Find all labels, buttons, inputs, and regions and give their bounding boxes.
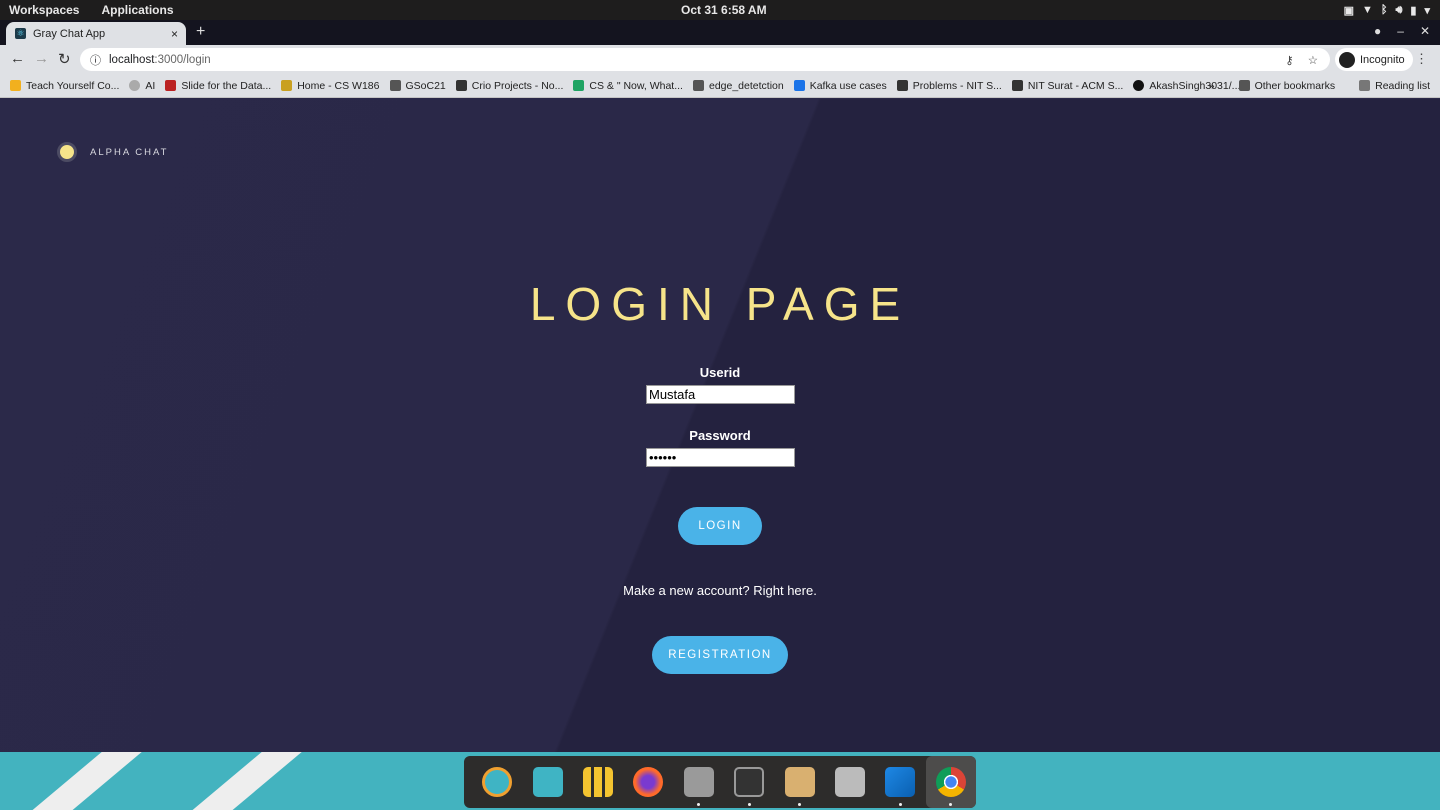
clock[interactable]: Oct 31 6:58 AM: [681, 3, 767, 17]
bookmark-item[interactable]: Problems - NIT S...: [896, 80, 1002, 92]
info-icon: ⓘ: [90, 54, 101, 67]
browser-tab[interactable]: ⚛ Gray Chat App ×: [6, 22, 186, 45]
bookmark-item[interactable]: Home - CS W186: [281, 80, 380, 92]
userid-label: Userid: [699, 365, 741, 380]
grid-icon: [583, 767, 614, 797]
minimize-button[interactable]: –: [1397, 24, 1404, 38]
dock-search-app[interactable]: [472, 756, 522, 808]
terminal-icon: [734, 767, 765, 797]
incognito-icon: [1339, 51, 1355, 68]
volume-icon: 🔊︎: [1395, 3, 1403, 16]
register-hint: Make a new account? Right here.: [623, 583, 817, 598]
dock-terminal[interactable]: [724, 756, 774, 808]
windows-icon: [532, 767, 563, 797]
brand-dot-icon: [57, 142, 77, 162]
dock-workspace-app[interactable]: [522, 756, 572, 808]
dock-files[interactable]: [674, 756, 724, 808]
dock-chrome[interactable]: [925, 756, 977, 808]
login-page: ALPHA CHAT LOGIN PAGE Userid Password LO…: [0, 99, 1440, 752]
bookmark-item[interactable]: Slide for the Data...: [165, 80, 271, 92]
firefox-icon: [633, 767, 664, 797]
page-title: LOGIN PAGE: [529, 278, 911, 330]
system-tray[interactable]: ▣ ▼ ᛒ 🔊︎ ▮ ▾: [1344, 4, 1430, 17]
bookmarks-overflow-button[interactable]: »: [1209, 80, 1215, 92]
star-icon[interactable]: ☆: [1308, 53, 1318, 67]
tab-strip: ⚛ Gray Chat App × + ● – ✕: [0, 20, 1440, 45]
bookmark-folder[interactable]: edge_detetction: [692, 80, 784, 92]
incognito-label: Incognito: [1360, 53, 1405, 66]
folder-icon: [683, 767, 714, 797]
browser-toolbar: ← → ↻ ⓘ localhost:3000/login ⚷ ☆ Incognit…: [0, 45, 1440, 74]
new-tab-button[interactable]: +: [196, 23, 205, 41]
brand-logo[interactable]: ALPHA CHAT: [57, 142, 168, 162]
display-icon: ▣: [1343, 4, 1354, 17]
forward-button[interactable]: →: [34, 50, 49, 67]
tab-close-button[interactable]: ×: [171, 27, 178, 41]
dock-settings[interactable]: [825, 756, 875, 808]
wifi-icon: ▼: [1361, 3, 1373, 16]
password-label: Password: [689, 428, 751, 443]
url-path: :3000/login: [154, 53, 211, 66]
url-host: localhost: [109, 53, 155, 66]
key-icon[interactable]: ⚷: [1285, 53, 1293, 67]
bookmark-item[interactable]: CS & " Now, What...: [573, 80, 683, 92]
dock-firefox[interactable]: [623, 756, 673, 808]
profile-dropdown-icon[interactable]: ●: [1374, 24, 1381, 38]
wallpaper-stripe: [6, 752, 154, 810]
tab-title: Gray Chat App: [33, 27, 106, 40]
back-button[interactable]: ←: [10, 50, 25, 67]
chrome-icon: [935, 767, 966, 797]
brand-name: ALPHA CHAT: [90, 146, 169, 158]
login-button[interactable]: LOGIN: [678, 507, 762, 545]
react-icon: ⚛: [15, 28, 26, 39]
userid-input[interactable]: [646, 385, 795, 404]
kebab-menu-icon[interactable]: ⋮: [1415, 51, 1428, 67]
chevron-down-icon: ▾: [1424, 4, 1430, 17]
bookmark-item[interactable]: Teach Yourself Co...: [10, 80, 119, 92]
wallpaper-stripe: [166, 752, 314, 810]
reload-button[interactable]: ↻: [58, 50, 71, 68]
bluetooth-icon: ᛒ: [1380, 3, 1388, 16]
applications-menu[interactable]: Applications: [101, 3, 173, 17]
system-top-bar: Workspaces Applications Oct 31 6:58 AM ▣…: [0, 0, 1440, 20]
workspaces-menu[interactable]: Workspaces: [9, 3, 79, 17]
dock: [464, 756, 977, 808]
address-bar[interactable]: ⓘ localhost:3000/login ⚷ ☆: [80, 48, 1330, 71]
dock-vscode[interactable]: [875, 756, 925, 808]
incognito-badge[interactable]: Incognito: [1335, 48, 1413, 71]
bookmark-item[interactable]: AI: [129, 80, 155, 92]
bookmark-folder[interactable]: GSoC21: [389, 80, 446, 92]
dock-app-grid[interactable]: [573, 756, 623, 808]
bookmark-item[interactable]: NIT Surat - ACM S...: [1011, 80, 1123, 92]
vscode-icon: [885, 767, 916, 797]
other-bookmarks[interactable]: Other bookmarks: [1238, 80, 1335, 92]
reading-list[interactable]: Reading list: [1359, 80, 1430, 92]
close-window-button[interactable]: ✕: [1420, 24, 1430, 38]
desktop-wallpaper: [0, 752, 1440, 810]
archive-icon: [784, 767, 815, 797]
password-input[interactable]: [646, 448, 795, 467]
gear-icon: [835, 767, 866, 797]
dock-archive[interactable]: [774, 756, 824, 808]
bookmarks-bar: Teach Yourself Co... AI Slide for the Da…: [0, 74, 1440, 98]
magnifier-icon: [482, 767, 513, 797]
bookmark-item[interactable]: Crio Projects - No...: [455, 80, 563, 92]
registration-button[interactable]: REGISTRATION: [652, 636, 788, 674]
bookmark-item[interactable]: Kafka use cases: [793, 80, 887, 92]
battery-icon: ▮: [1410, 4, 1417, 17]
